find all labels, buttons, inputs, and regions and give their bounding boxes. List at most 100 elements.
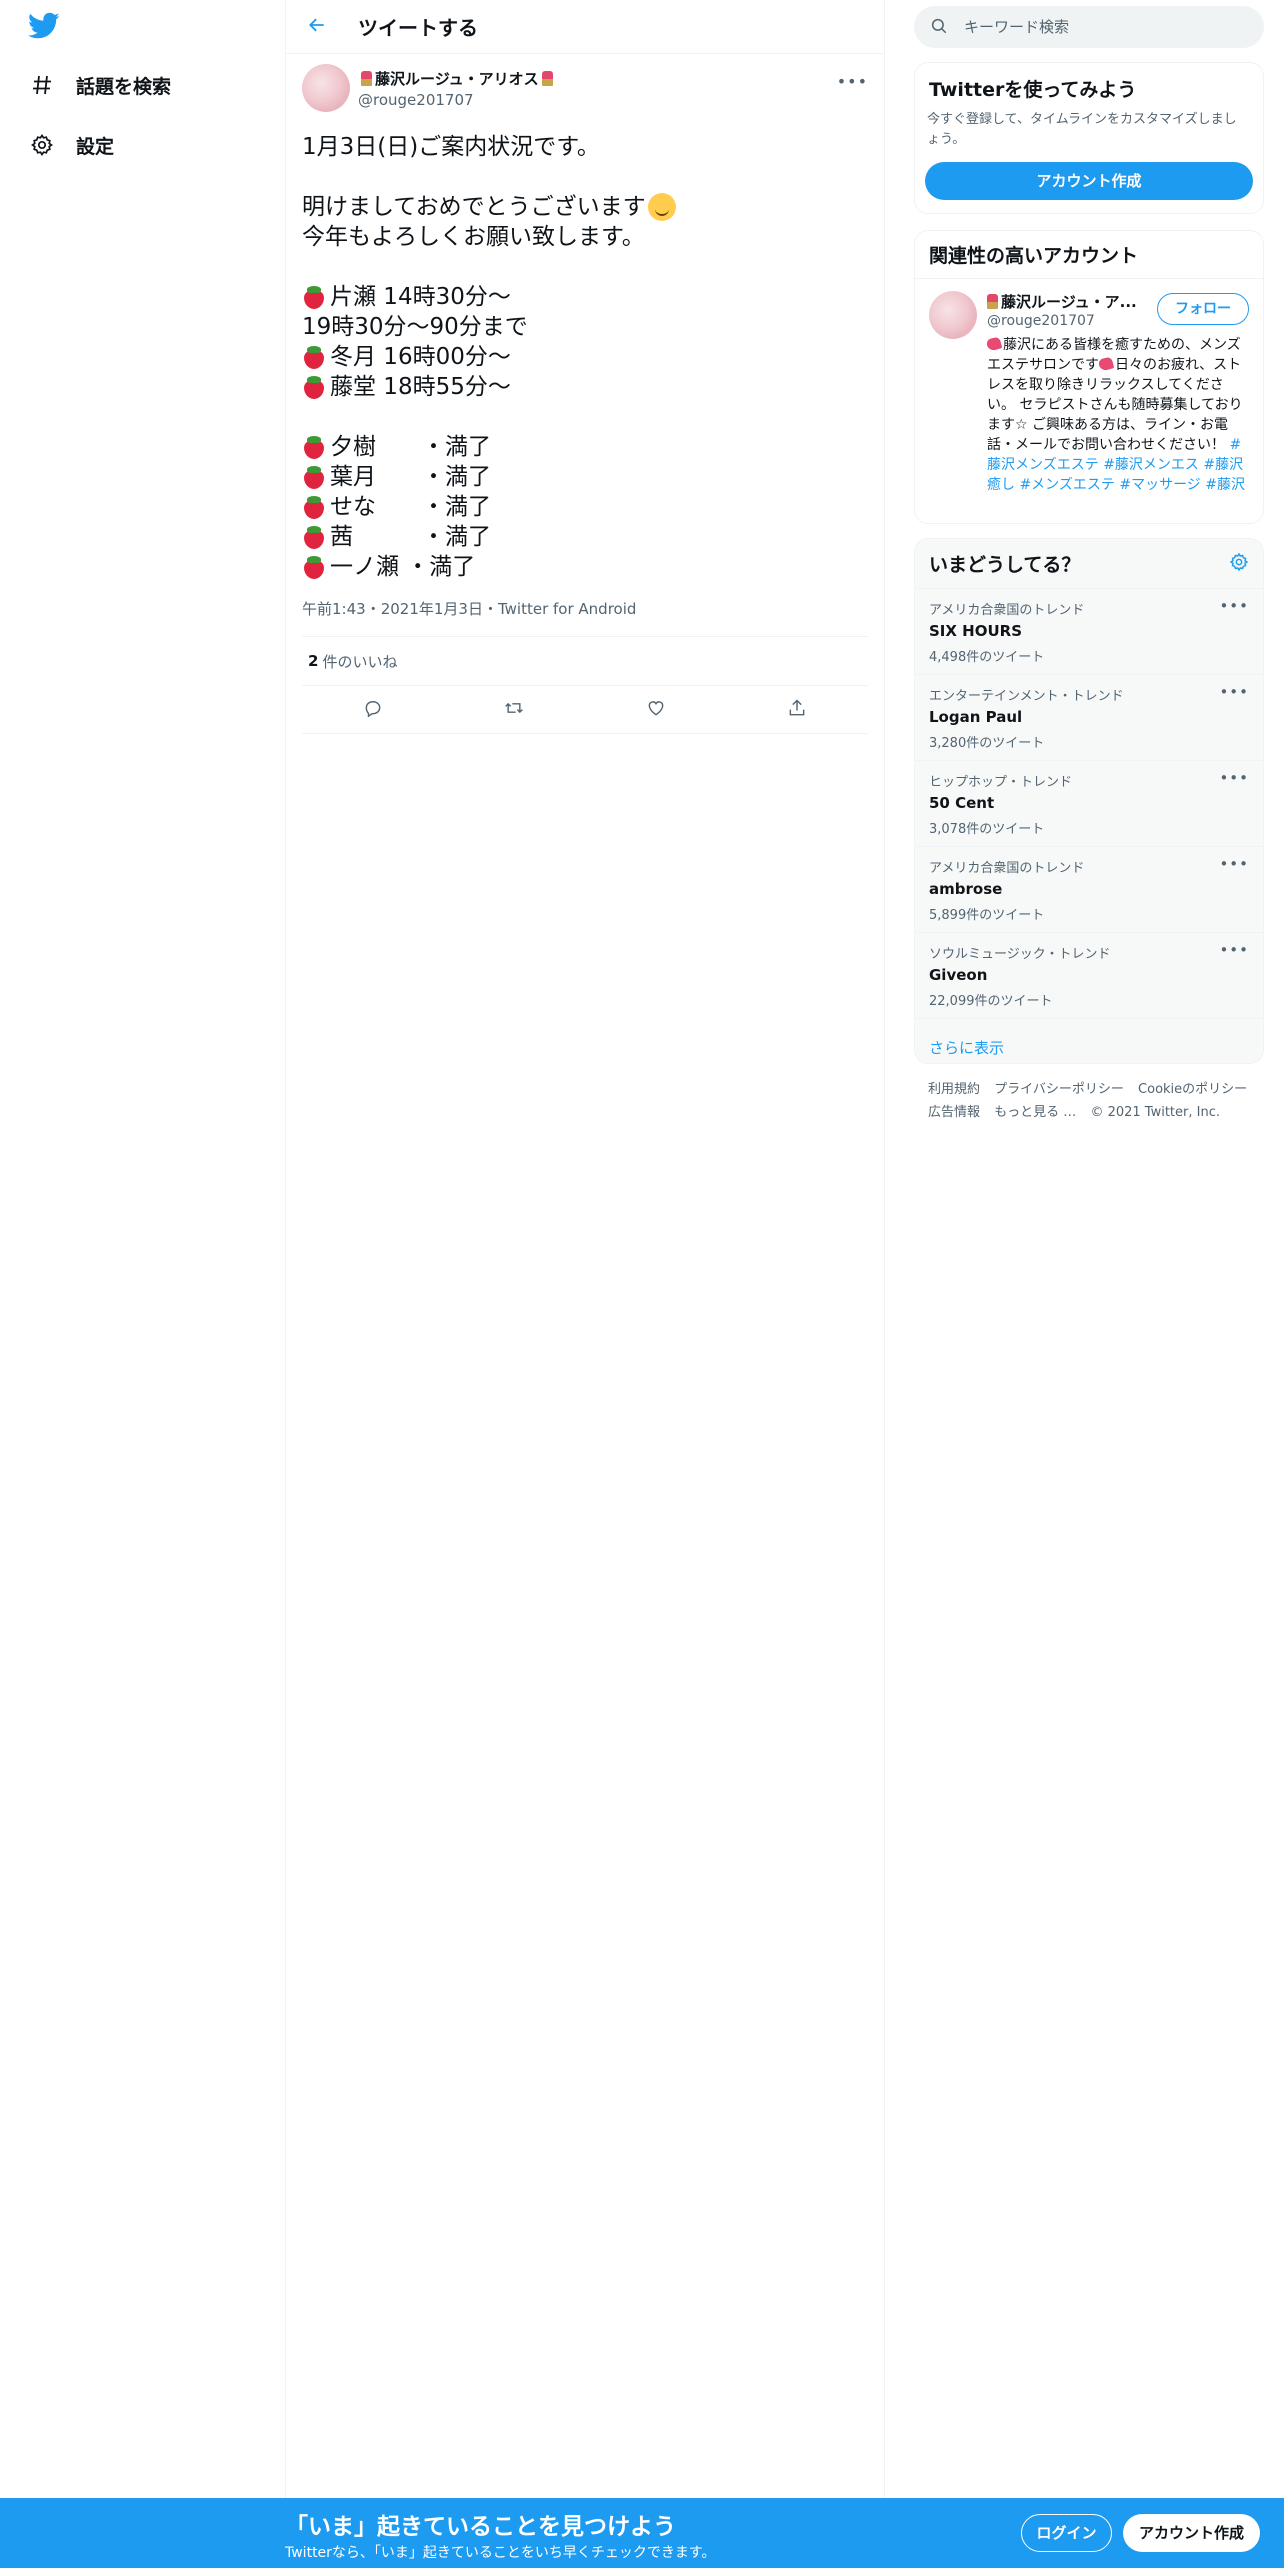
hashtag-link[interactable]: #メンズエステ	[1019, 477, 1114, 493]
related-accounts-title: 関連性の高いアカウント	[929, 245, 1139, 267]
heart-icon	[646, 698, 666, 722]
twitter-bird-icon[interactable]	[28, 12, 64, 44]
share-button[interactable]	[780, 693, 814, 727]
trend-count: 5,899件のツイート	[929, 908, 1045, 923]
tweet-line: 片瀬 14時30分〜	[302, 282, 868, 312]
trend-count: 3,078件のツイート	[929, 822, 1045, 837]
tweet-line: 1月3日(日)ご案内状況です。	[302, 132, 868, 162]
tweet-line-text: 片瀬 14時30分〜	[330, 284, 511, 310]
trend-count: 4,498件のツイート	[929, 650, 1045, 665]
search-input[interactable]	[964, 18, 1244, 36]
tweet: 藤沢ルージュ・アリオス @rouge201707 ••• 1月3日(日)ご案内状…	[286, 54, 884, 734]
more-options-icon[interactable]: •••	[1219, 855, 1249, 873]
trend-item[interactable]: エンターテインメント・トレンド Logan Paul 3,280件のツイート •…	[915, 675, 1263, 761]
trend-name: ambrose	[929, 880, 1003, 898]
lipstick-icon	[987, 294, 998, 309]
tweet-line-text: 茜 ・満了	[330, 524, 491, 550]
like-button[interactable]	[639, 693, 673, 727]
smiling-face-icon	[647, 193, 676, 221]
author-name[interactable]: 藤沢ルージュ・アリオス	[358, 68, 556, 89]
trends-header: いまどうしてる？	[915, 539, 1263, 589]
footer-links: 利用規約 プライバシーポリシー Cookieのポリシー 広告情報 もっと見る ……	[928, 1078, 1258, 1124]
trend-category: ヒップホップ・トレンド	[929, 775, 1073, 790]
trend-item[interactable]: アメリカ合衆国のトレンド SIX HOURS 4,498件のツイート •••	[915, 589, 1263, 675]
gear-icon[interactable]	[1229, 552, 1249, 576]
tweet-line-text: 19時30分〜90分まで	[302, 314, 528, 340]
trend-item[interactable]: アメリカ合衆国のトレンド ambrose 5,899件のツイート •••	[915, 847, 1263, 933]
trends-title: いまどうしてる？	[929, 554, 1081, 576]
likes-summary[interactable]: 2 件のいいね	[302, 636, 868, 686]
related-account-display-name: 藤沢ルージュ・ア...	[1001, 293, 1137, 311]
related-account[interactable]: 藤沢ルージュ・ア... @rouge201707 藤沢にある皆様を癒すための、メ…	[915, 279, 1263, 507]
trend-name: 50 Cent	[929, 794, 995, 812]
gear-icon	[28, 131, 56, 159]
tweet-time[interactable]: 午前1:43	[302, 600, 366, 618]
tweet-line: 一ノ瀬 ・満了	[302, 552, 868, 582]
meta-separator: ・	[482, 600, 498, 618]
strawberry-icon	[302, 374, 326, 400]
strawberry-icon	[302, 344, 326, 370]
tweet-line: 明けましておめでとうございます	[302, 192, 868, 222]
hashtag-link[interactable]: #マッサージ	[1119, 477, 1200, 493]
tweet-source[interactable]: Twitter for Android	[498, 600, 636, 618]
signup-card-title: Twitterを使ってみよう	[929, 79, 1137, 101]
related-account-bio: 藤沢にある皆様を癒すための、メンズエステサロンです 日々のお疲れ、ストレスを取り除…	[985, 335, 1249, 495]
tweet-line: 茜 ・満了	[302, 522, 868, 552]
trend-count: 22,099件のツイート	[929, 994, 1053, 1009]
lipstick-icon	[541, 71, 553, 86]
author-handle[interactable]: @rouge201707	[358, 91, 556, 109]
heart-emoji-icon	[985, 336, 1003, 352]
privacy-link[interactable]: プライバシーポリシー	[994, 1082, 1124, 1097]
hashtag-icon	[28, 71, 56, 99]
tweet-line: 今年もよろしくお願い致します。	[302, 222, 868, 252]
retweet-button[interactable]	[497, 693, 531, 727]
tweet-header: ツイートする	[286, 0, 884, 54]
show-more-link[interactable]: さらに表示	[915, 1019, 1263, 1063]
more-link[interactable]: もっと見る …	[994, 1105, 1076, 1120]
tweet-line-text: 葉月 ・満了	[330, 464, 491, 490]
reply-icon	[363, 698, 383, 722]
tweet-line: 藤堂 18時55分～	[302, 372, 868, 402]
search-bar[interactable]	[914, 6, 1264, 48]
nav-explore[interactable]: 話題を検索	[28, 65, 171, 105]
login-button[interactable]: ログイン	[1021, 2514, 1112, 2552]
create-account-button[interactable]: アカウント作成	[925, 162, 1253, 200]
tweet-line: せな ・満了	[302, 492, 868, 522]
more-options-icon[interactable]: •••	[1219, 941, 1249, 959]
avatar[interactable]	[929, 291, 977, 339]
likes-label: 件のいいね	[322, 652, 398, 671]
trend-item[interactable]: ソウルミュージック・トレンド Giveon 22,099件のツイート •••	[915, 933, 1263, 1019]
tweet-column: ツイートする 藤沢ルージュ・アリオス @rouge201707 ••• 1月3日…	[285, 0, 885, 2568]
tweet-meta: 午前1:43・2021年1月3日・Twitter for Android	[302, 598, 868, 622]
reply-button[interactable]	[356, 693, 390, 727]
tweet-line-text: 明けましておめでとうございます	[302, 194, 646, 220]
hashtag-link[interactable]: #藤沢メンエス	[1103, 457, 1199, 473]
terms-link[interactable]: 利用規約	[928, 1082, 980, 1097]
ads-info-link[interactable]: 広告情報	[928, 1105, 980, 1120]
cookie-link[interactable]: Cookieのポリシー	[1138, 1082, 1247, 1097]
tweet-text: 1月3日(日)ご案内状況です。明けましておめでとうございます 今年もよろしくお願い…	[302, 132, 868, 582]
tweet-line: 19時30分〜90分まで	[302, 312, 868, 342]
trend-item[interactable]: ヒップホップ・トレンド 50 Cent 3,078件のツイート •••	[915, 761, 1263, 847]
page-title: ツイートする	[358, 16, 478, 40]
more-options-icon[interactable]: •••	[1219, 769, 1249, 787]
strawberry-icon	[302, 494, 326, 520]
nav-settings[interactable]: 設定	[28, 125, 114, 165]
back-button[interactable]	[300, 10, 334, 44]
strawberry-icon	[302, 284, 326, 310]
signup-button[interactable]: アカウント作成	[1123, 2514, 1260, 2552]
hashtag-link[interactable]: #藤沢	[1205, 477, 1245, 493]
tweet-line-text: 藤堂 18時55分～	[330, 374, 511, 400]
avatar[interactable]	[302, 64, 350, 112]
strawberry-icon	[302, 524, 326, 550]
follow-button[interactable]: フォロー	[1157, 293, 1249, 325]
more-options-icon[interactable]: •••	[837, 72, 868, 91]
copyright: © 2021 Twitter, Inc.	[1090, 1105, 1220, 1120]
nav-settings-label: 設定	[76, 135, 115, 158]
related-account-name: 藤沢ルージュ・ア...	[987, 291, 1147, 312]
tweet-date[interactable]: 2021年1月3日	[381, 600, 483, 618]
more-options-icon[interactable]: •••	[1219, 683, 1249, 701]
tweet-line-text: 冬月 16時00分～	[330, 344, 511, 370]
more-options-icon[interactable]: •••	[1219, 597, 1249, 615]
